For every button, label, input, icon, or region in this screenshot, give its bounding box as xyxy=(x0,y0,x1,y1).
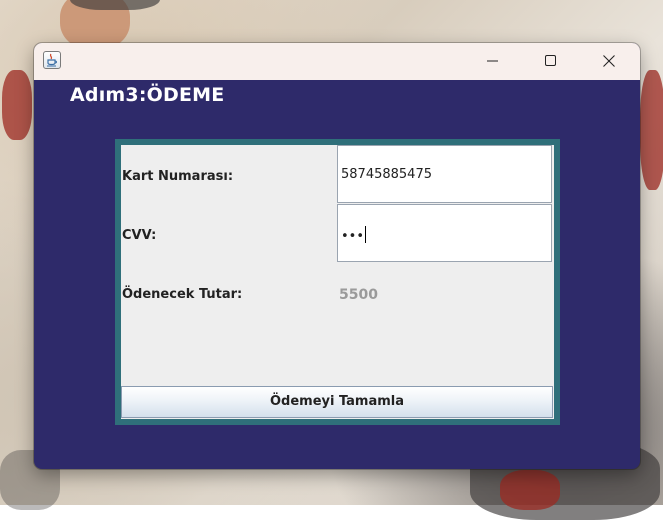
card-number-input[interactable]: 58745885475 xyxy=(337,145,552,203)
close-icon xyxy=(603,55,615,67)
wallpaper-red-detail-bottom xyxy=(500,470,560,510)
wallpaper-red-detail-left xyxy=(2,70,32,140)
card-number-label: Kart Numarası: xyxy=(122,169,234,184)
cvv-masked-value: ••• xyxy=(341,226,367,244)
title-bar[interactable] xyxy=(34,43,640,80)
cvv-input[interactable]: ••• xyxy=(337,204,552,262)
minimize-icon xyxy=(487,60,498,62)
maximize-button[interactable] xyxy=(522,43,580,80)
payment-panel: Kart Numarası: 58745885475 CVV: ••• Öden… xyxy=(115,139,560,425)
maximize-icon xyxy=(545,55,556,66)
payment-form: Kart Numarası: 58745885475 CVV: ••• Öden… xyxy=(121,145,554,419)
text-caret xyxy=(365,226,367,243)
complete-payment-button[interactable]: Ödemeyi Tamamla xyxy=(121,386,553,418)
cvv-label: CVV: xyxy=(122,228,157,243)
minimize-button[interactable] xyxy=(464,43,522,80)
step-heading: Adım3:ÖDEME xyxy=(70,84,225,106)
payment-window: Adım3:ÖDEME Kart Numarası: 58745885475 C… xyxy=(34,43,640,469)
amount-label: Ödenecek Tutar: xyxy=(122,287,243,302)
card-number-value: 58745885475 xyxy=(341,167,432,182)
java-cup-icon[interactable] xyxy=(43,51,61,69)
close-button[interactable] xyxy=(580,43,638,80)
wallpaper-red-detail-right xyxy=(640,70,663,190)
amount-value: 5500 xyxy=(339,287,378,303)
